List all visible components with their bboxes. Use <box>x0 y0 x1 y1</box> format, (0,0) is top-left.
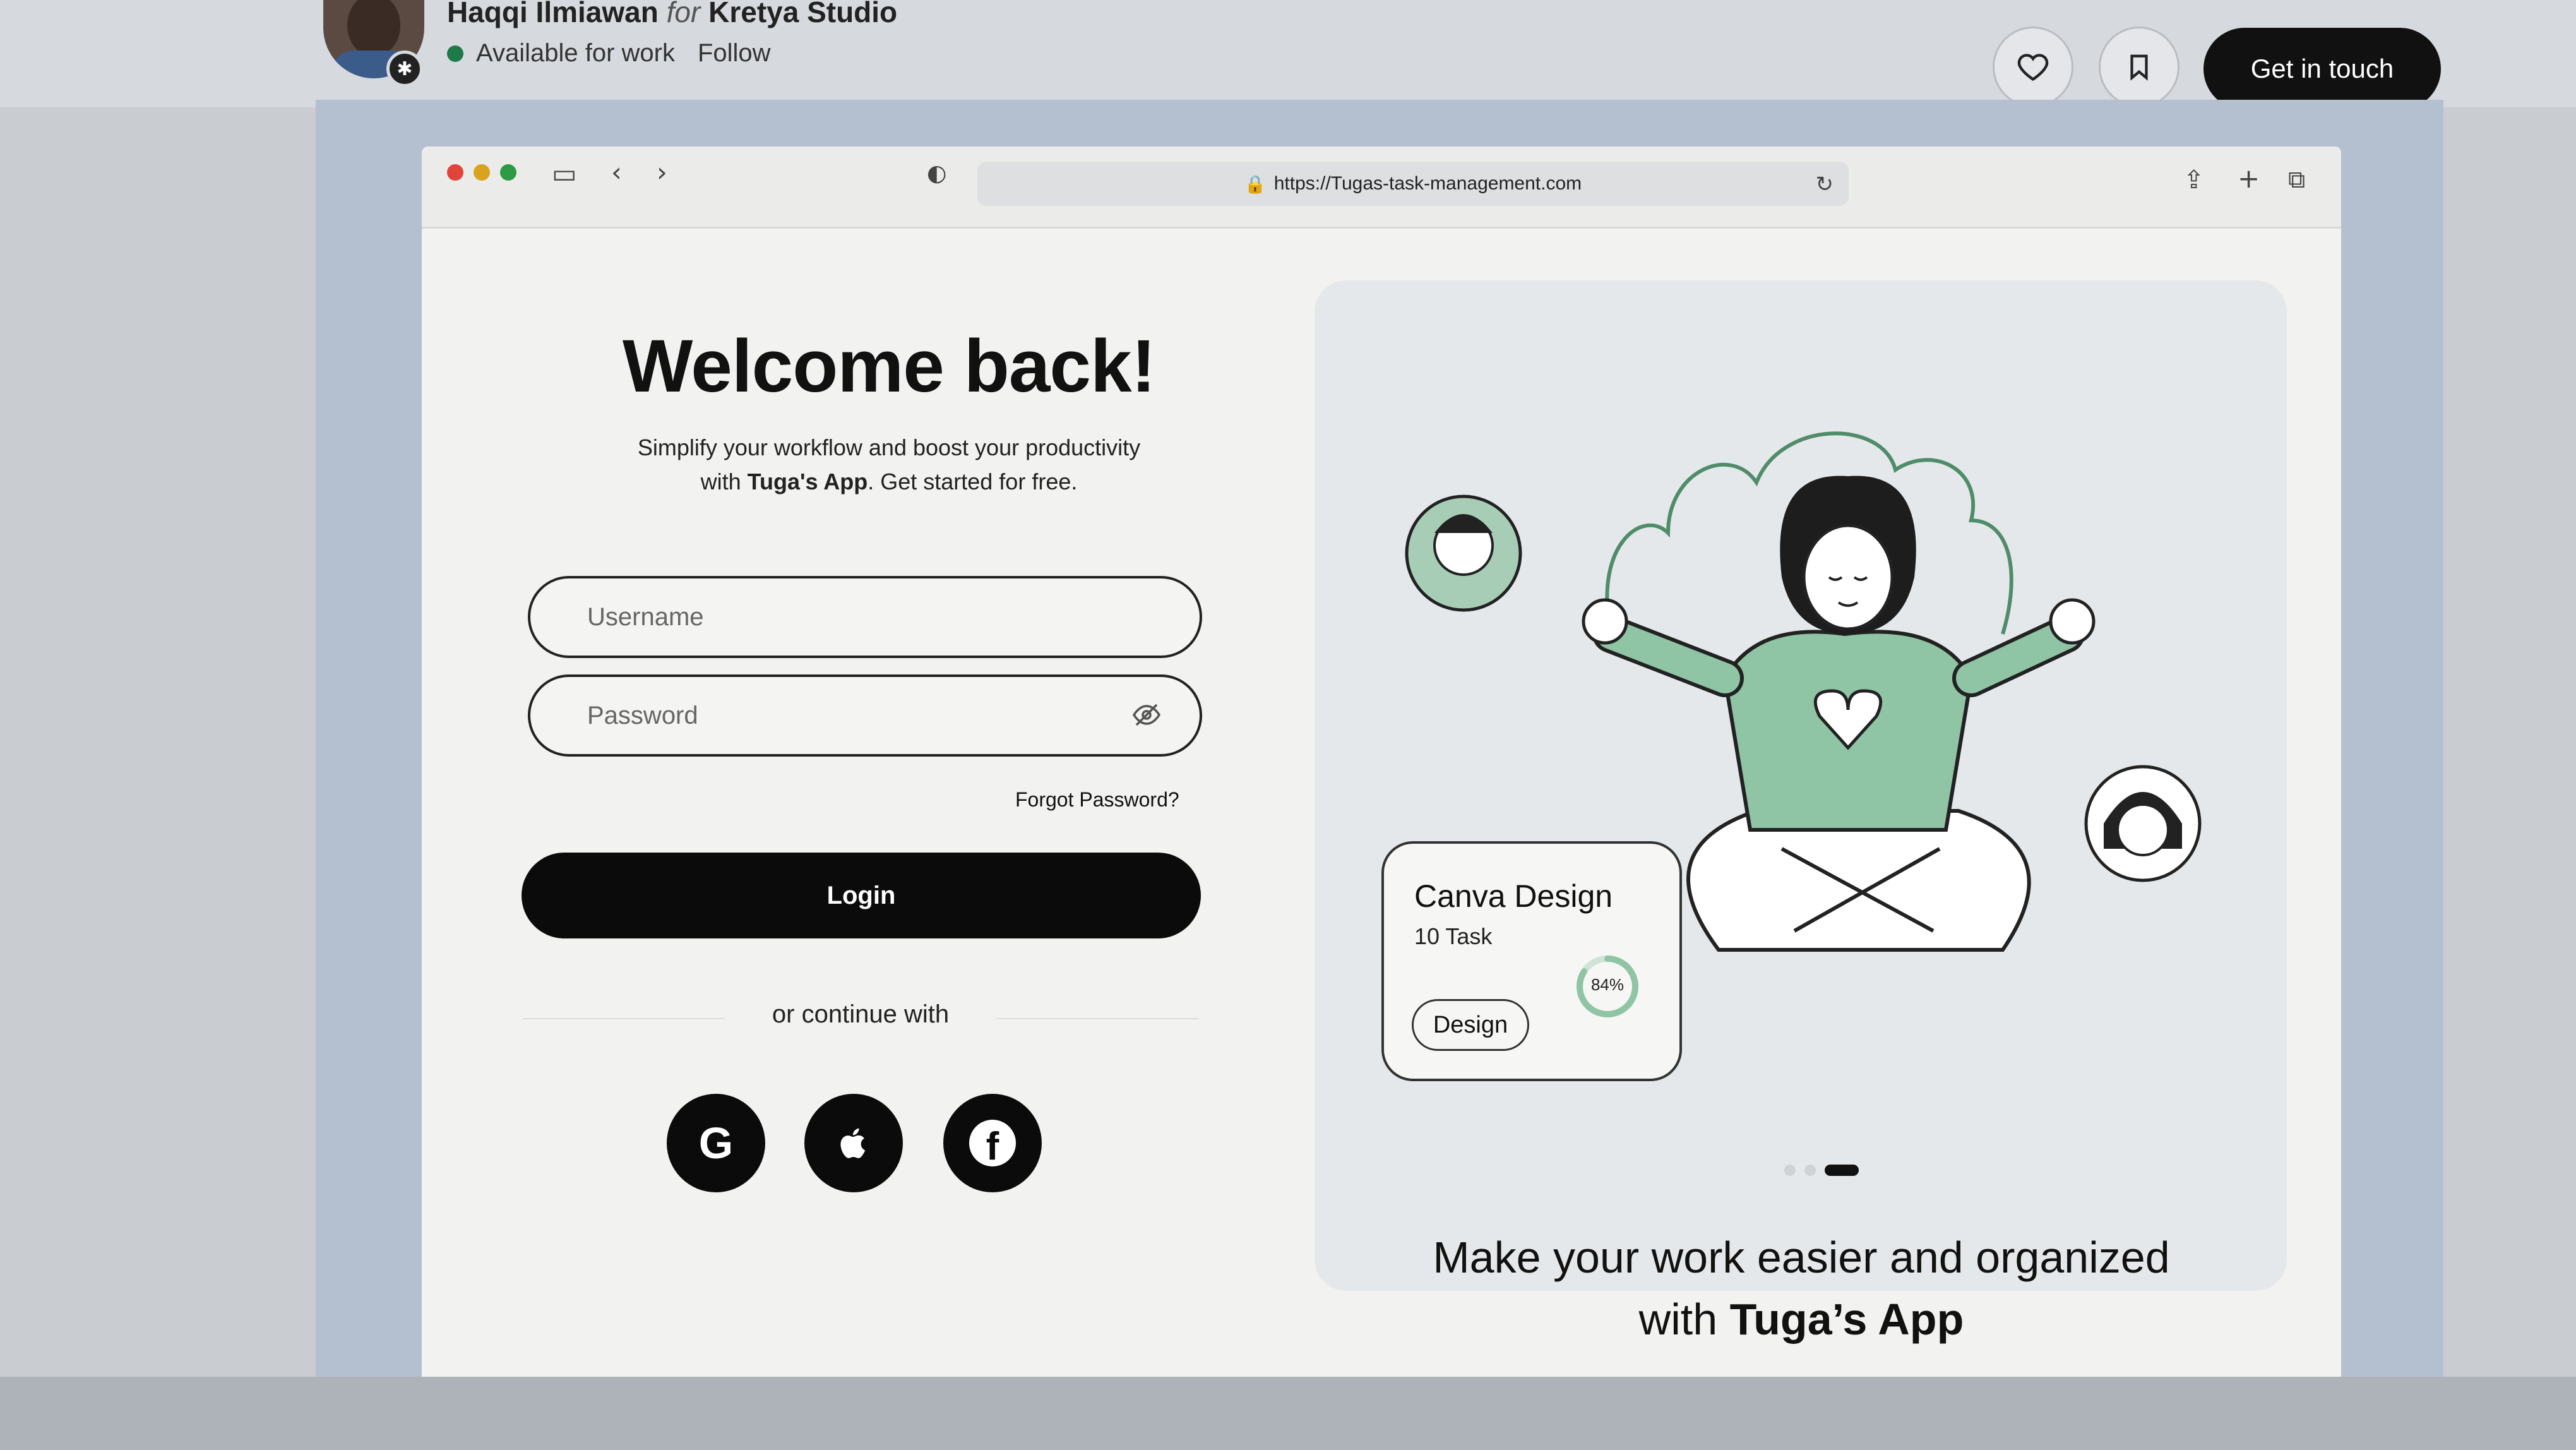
carousel-dot[interactable] <box>1784 1165 1796 1176</box>
get-in-touch-button[interactable]: Get in touch <box>2203 28 2441 110</box>
tagline-line-2: with Tuga’s App <box>1356 1288 2246 1350</box>
subtitle-line-1: Simplify your workflow and boost your pr… <box>637 434 1141 460</box>
browser-window: ▭ ‹ › ◐ 🔒 https://Tugas-task-management.… <box>422 147 2341 1403</box>
browser-toolbar: ▭ ‹ › ◐ 🔒 https://Tugas-task-management.… <box>422 147 2341 229</box>
reload-icon[interactable]: ↻ <box>1816 172 1834 197</box>
follow-link[interactable]: Follow <box>698 39 771 68</box>
bookmark-icon <box>2130 54 2148 81</box>
zoom-dot-icon[interactable] <box>500 164 516 181</box>
apple-login-button[interactable] <box>804 1094 903 1192</box>
google-login-button[interactable]: G <box>667 1094 765 1192</box>
tagline-app-name: Tuga’s App <box>1729 1295 1964 1344</box>
subtitle-tail: . Get started for free. <box>868 469 1078 494</box>
carousel-dot[interactable] <box>1825 1165 1859 1176</box>
subtitle-with: with <box>700 469 741 494</box>
available-dot-icon <box>447 45 463 62</box>
availability: Available for work Follow <box>447 39 771 68</box>
forgot-password-link[interactable]: Forgot Password? <box>1015 788 1179 812</box>
back-icon[interactable]: ‹ <box>611 157 622 188</box>
tagline-line-1: Make your work easier and organized <box>1433 1233 2170 1282</box>
lock-icon: 🔒 <box>1244 174 1267 194</box>
forward-icon[interactable]: › <box>657 157 667 188</box>
apple-icon <box>840 1128 866 1158</box>
save-button[interactable] <box>2099 27 2179 107</box>
category-chip[interactable]: Design <box>1412 999 1529 1051</box>
facebook-login-button[interactable]: f <box>943 1094 1042 1192</box>
hero-tagline: Make your work easier and organized with… <box>1356 1226 2246 1350</box>
tagline-with: with <box>1638 1295 1718 1344</box>
carousel-indicator[interactable] <box>1784 1165 1859 1176</box>
author-name[interactable]: Haqqi Ilmiawan <box>447 0 659 28</box>
heart-icon <box>2017 54 2049 81</box>
eye-off-icon[interactable] <box>1131 700 1162 737</box>
new-tab-icon[interactable]: + <box>2238 163 2260 194</box>
like-button[interactable] <box>1993 27 2073 107</box>
facebook-icon: f <box>969 1120 1016 1166</box>
task-count: 10 Task <box>1414 923 1493 949</box>
page-bottom <box>0 1377 2576 1450</box>
login-button[interactable]: Login <box>522 853 1201 938</box>
shot-header: ✱ Haqqi Ilmiawan for Kretya Studio Avail… <box>0 0 2576 110</box>
address-bar[interactable]: 🔒 https://Tugas-task-management.com ↻ <box>977 162 1849 206</box>
google-icon: G <box>698 1118 734 1168</box>
password-input[interactable]: Password <box>528 674 1202 757</box>
task-card-title: Canva Design <box>1414 878 1613 914</box>
tabs-icon[interactable]: ⧉ <box>2288 165 2305 194</box>
page-title: Welcome back! <box>623 325 1156 408</box>
page-subtitle: Simplify your workflow and boost your pr… <box>599 431 1179 499</box>
or-continue-label: or continue with <box>725 1000 996 1029</box>
subtitle-line-2: with Tuga's App. Get started for free. <box>599 465 1179 499</box>
for-word: for <box>666 0 701 28</box>
password-placeholder: Password <box>587 701 698 729</box>
pro-badge-icon: ✱ <box>386 51 423 87</box>
url-text: https://Tugas-task-management.com <box>1273 173 1582 194</box>
close-dot-icon[interactable] <box>447 164 463 181</box>
progress-label: 84% <box>1590 975 1625 994</box>
username-placeholder: Username <box>587 602 704 631</box>
share-icon[interactable]: ⇪ <box>2183 165 2205 195</box>
studio-name[interactable]: Kretya Studio <box>708 0 897 28</box>
author-line: Haqqi Ilmiawan for Kretya Studio <box>447 0 897 29</box>
username-input[interactable]: Username <box>528 576 1202 658</box>
availability-label: Available for work <box>476 39 675 67</box>
carousel-dot[interactable] <box>1804 1165 1816 1176</box>
subtitle-app-name: Tuga's App <box>747 469 868 494</box>
task-card[interactable]: Canva Design 10 Task Design 84% <box>1381 841 1682 1081</box>
minimize-dot-icon[interactable] <box>474 164 490 181</box>
shield-icon[interactable]: ◐ <box>927 160 946 186</box>
sidebar-icon[interactable]: ▭ <box>552 158 577 189</box>
